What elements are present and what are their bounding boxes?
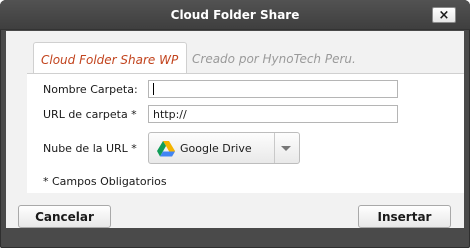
close-button[interactable]: ×	[432, 7, 456, 23]
dialog-panel: Cloud Folder Share WP Creado por HynoTec…	[6, 31, 464, 228]
tab-cloud-folder-share[interactable]: Cloud Folder Share WP	[33, 42, 187, 74]
window-title: Cloud Folder Share	[170, 8, 300, 22]
cancel-button[interactable]: Cancelar	[18, 205, 111, 228]
close-icon: ×	[438, 7, 450, 23]
cloud-provider-select[interactable]: Google Drive	[148, 132, 300, 164]
chevron-down-icon	[281, 146, 291, 151]
folder-name-input[interactable]	[148, 80, 398, 98]
cloud-provider-value: Google Drive	[180, 142, 252, 155]
google-drive-icon	[157, 141, 175, 157]
required-note: * Campos Obligatorios	[43, 175, 167, 188]
insert-button[interactable]: Insertar	[358, 205, 451, 228]
cloud-provider-label: Nube de la URL *	[43, 142, 137, 155]
title-bar: Cloud Folder Share ×	[0, 0, 470, 30]
text-caret	[153, 83, 154, 95]
form-content: Nombre Carpeta: URL de carpeta * http://…	[27, 73, 464, 193]
url-label: URL de carpeta *	[43, 108, 137, 121]
url-input[interactable]: http://	[148, 105, 398, 123]
cloud-folder-share-dialog: Cloud Folder Share × Cloud Folder Share …	[0, 0, 470, 248]
select-divider	[274, 133, 275, 163]
folder-name-label: Nombre Carpeta:	[43, 83, 138, 96]
tab-subtitle: Creado por HynoTech Peru.	[192, 52, 356, 66]
